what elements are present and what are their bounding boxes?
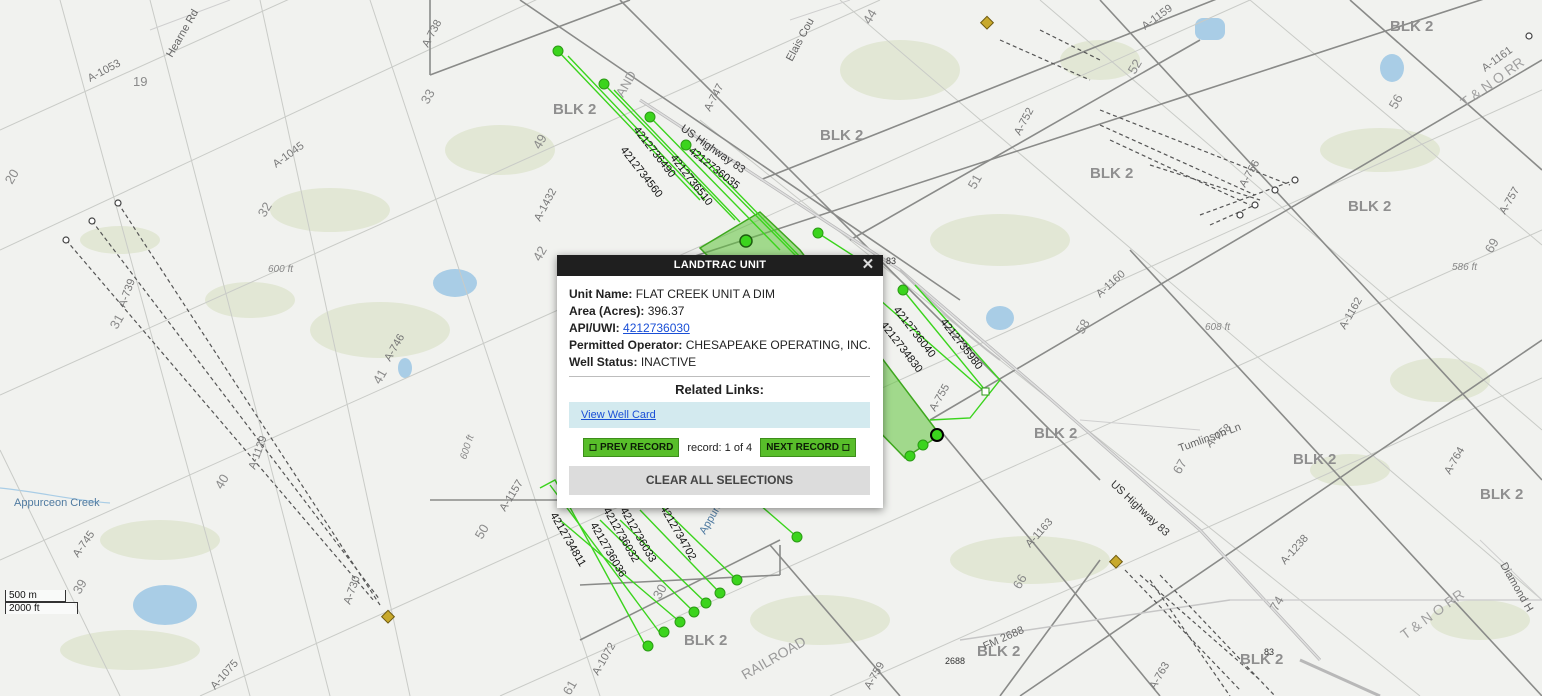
svg-text:4212734702: 4212734702 bbox=[657, 504, 698, 563]
svg-text:A-764: A-764 bbox=[1442, 445, 1467, 476]
svg-text:40: 40 bbox=[212, 471, 232, 491]
close-icon[interactable]: ✕ bbox=[861, 255, 875, 276]
svg-text:A-1045: A-1045 bbox=[271, 140, 307, 171]
svg-text:RAILROAD: RAILROAD bbox=[739, 633, 809, 683]
svg-text:51: 51 bbox=[965, 171, 985, 191]
svg-text:A-730: A-730 bbox=[342, 574, 363, 606]
svg-text:A-1075: A-1075 bbox=[208, 658, 241, 692]
popup-body: Unit Name: FLAT CREEK UNIT A DIM Area (A… bbox=[557, 276, 883, 495]
status-row: Well Status: INACTIVE bbox=[569, 355, 870, 369]
svg-text:A-1432: A-1432 bbox=[532, 186, 559, 223]
block-label: BLK 2 bbox=[684, 632, 727, 649]
api-row: API/UWI: 4212736030 bbox=[569, 321, 870, 335]
view-well-card-link[interactable]: View Well Card bbox=[581, 409, 656, 421]
svg-text:AND: AND bbox=[613, 68, 640, 99]
svg-text:67: 67 bbox=[1170, 456, 1190, 476]
svg-text:Tumlinson Ln: Tumlinson Ln bbox=[1177, 421, 1243, 455]
svg-text:61: 61 bbox=[560, 677, 580, 696]
svg-text:41: 41 bbox=[370, 366, 390, 386]
svg-text:2688: 2688 bbox=[945, 656, 965, 666]
svg-text:A-739: A-739 bbox=[117, 277, 138, 309]
block-label: BLK 2 bbox=[1034, 425, 1077, 442]
svg-text:A-1162: A-1162 bbox=[1337, 295, 1365, 331]
record-navigation: ◻ PREV RECORD record: 1 of 4 NEXT RECORD… bbox=[569, 438, 870, 457]
svg-text:600 ft: 600 ft bbox=[268, 264, 294, 275]
next-record-button[interactable]: NEXT RECORD ◻ bbox=[760, 438, 857, 457]
block-label: BLK 2 bbox=[1390, 18, 1433, 35]
svg-text:74: 74 bbox=[1267, 593, 1287, 613]
svg-text:83: 83 bbox=[886, 256, 896, 266]
popup-header: LANDTRAC UNIT ✕ bbox=[557, 255, 883, 276]
svg-text:A-756: A-756 bbox=[1237, 158, 1262, 189]
unit-name-value: FLAT CREEK UNIT A DIM bbox=[635, 287, 776, 301]
related-links-box: View Well Card bbox=[569, 402, 870, 428]
svg-text:4212735980: 4212735980 bbox=[938, 316, 985, 372]
block-label: BLK 2 bbox=[820, 127, 863, 144]
api-link[interactable]: 4212736030 bbox=[623, 321, 690, 335]
svg-text:19: 19 bbox=[133, 74, 147, 89]
svg-text:44: 44 bbox=[860, 6, 880, 26]
svg-text:83: 83 bbox=[1264, 647, 1274, 657]
svg-text:20: 20 bbox=[2, 166, 22, 186]
svg-text:586 ft: 586 ft bbox=[1452, 262, 1478, 273]
svg-text:A-1129: A-1129 bbox=[247, 434, 270, 471]
svg-text:A-763: A-763 bbox=[1147, 660, 1172, 691]
svg-text:A-1238: A-1238 bbox=[1278, 533, 1311, 567]
clear-all-selections-button[interactable]: CLEAR ALL SELECTIONS bbox=[569, 466, 870, 495]
svg-text:A-1157: A-1157 bbox=[497, 478, 526, 514]
area-value: 396.37 bbox=[647, 304, 685, 318]
svg-text:Appurceon Creek: Appurceon Creek bbox=[14, 497, 100, 509]
divider bbox=[569, 376, 870, 377]
block-label: BLK 2 bbox=[1480, 486, 1523, 503]
block-label: BLK 2 bbox=[1090, 165, 1133, 182]
scale-metric: 500 m bbox=[5, 590, 66, 602]
status-label: Well Status: bbox=[569, 355, 638, 369]
svg-text:56: 56 bbox=[1386, 91, 1406, 111]
svg-text:A-757: A-757 bbox=[1497, 185, 1522, 216]
block-label: BLK 2 bbox=[1293, 451, 1336, 468]
unit-name-label: Unit Name: bbox=[569, 287, 633, 301]
svg-text:42: 42 bbox=[530, 243, 550, 263]
operator-row: Permitted Operator: CHESAPEAKE OPERATING… bbox=[569, 338, 871, 352]
area-label: Area (Acres): bbox=[569, 304, 645, 318]
popup-title: LANDTRAC UNIT bbox=[673, 259, 767, 271]
selected-well-marker bbox=[930, 428, 944, 442]
svg-text:A-1160: A-1160 bbox=[1094, 268, 1128, 300]
unit-name-row: Unit Name: FLAT CREEK UNIT A DIM bbox=[569, 287, 870, 301]
svg-text:32: 32 bbox=[255, 199, 275, 219]
area-row: Area (Acres): 396.37 bbox=[569, 304, 870, 318]
svg-text:A-752: A-752 bbox=[1012, 106, 1036, 138]
prev-record-button[interactable]: ◻ PREV RECORD bbox=[582, 438, 680, 457]
svg-text:33: 33 bbox=[418, 86, 438, 106]
block-label: BLK 2 bbox=[553, 101, 596, 118]
svg-text:4212734811: 4212734811 bbox=[547, 511, 588, 569]
svg-text:A-745: A-745 bbox=[71, 529, 98, 560]
record-count: record: 1 of 4 bbox=[687, 441, 753, 454]
scale-bar: 500 m 2000 ft bbox=[5, 590, 78, 614]
operator-value: CHESAPEAKE OPERATING, INC. bbox=[685, 338, 871, 352]
operator-label: Permitted Operator: bbox=[569, 338, 683, 352]
svg-text:69: 69 bbox=[1482, 235, 1502, 255]
svg-text:US Highway 83: US Highway 83 bbox=[1108, 478, 1172, 538]
landtrac-unit-popup: LANDTRAC UNIT ✕ Unit Name: FLAT CREEK UN… bbox=[557, 255, 883, 508]
api-label: API/UWI: bbox=[569, 321, 620, 335]
status-value: INACTIVE bbox=[640, 355, 697, 369]
svg-text:A-1053: A-1053 bbox=[86, 57, 123, 84]
svg-text:31: 31 bbox=[107, 311, 127, 331]
related-links-title: Related Links: bbox=[675, 382, 764, 397]
svg-text:50: 50 bbox=[472, 521, 492, 541]
svg-text:Elais Cou: Elais Cou bbox=[784, 16, 817, 63]
block-label: BLK 2 bbox=[1240, 651, 1283, 668]
svg-text:Hearne Rd: Hearne Rd bbox=[164, 7, 201, 59]
scale-imperial: 2000 ft bbox=[5, 602, 78, 614]
svg-text:608 ft: 608 ft bbox=[1205, 322, 1231, 333]
svg-text:600 ft: 600 ft bbox=[458, 433, 477, 461]
block-label: BLK 2 bbox=[1348, 198, 1391, 215]
svg-text:A-1072: A-1072 bbox=[590, 641, 618, 678]
